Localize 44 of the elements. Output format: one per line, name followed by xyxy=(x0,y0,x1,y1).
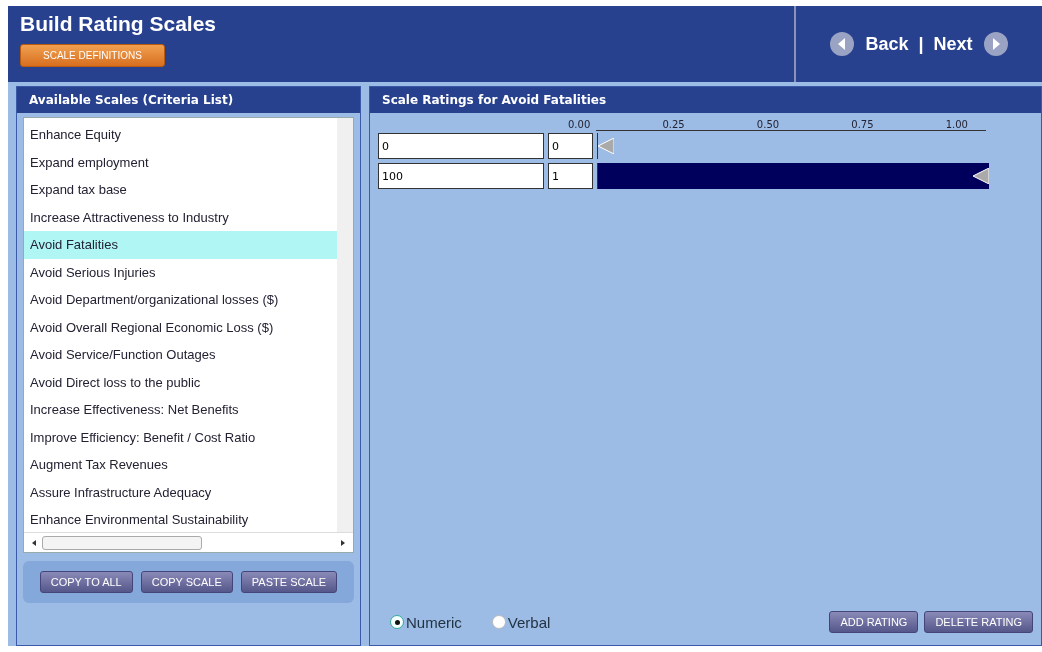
rating-label-field[interactable]: 100 xyxy=(378,163,544,189)
criteria-item[interactable]: Avoid Overall Regional Economic Loss ($) xyxy=(24,313,337,341)
radio-button[interactable] xyxy=(390,615,404,629)
next-link[interactable]: Next xyxy=(933,33,973,55)
axis-tick-label: 1.00 xyxy=(945,119,968,130)
criteria-item[interactable]: Increase Attractiveness to Industry xyxy=(24,203,337,231)
slider-thumb[interactable] xyxy=(973,168,989,184)
scale-button[interactable]: PASTE SCALE xyxy=(240,571,338,593)
rating-button[interactable]: DELETE RATING xyxy=(924,611,1033,633)
scale-button[interactable]: COPY SCALE xyxy=(140,571,233,593)
scroll-left-icon[interactable] xyxy=(30,538,38,547)
page-title: Build Rating Scales xyxy=(20,12,218,36)
scale-button[interactable]: COPY TO ALL xyxy=(39,571,133,593)
criteria-item[interactable]: Augment Tax Revenues xyxy=(24,451,337,479)
horizontal-scrollbar[interactable] xyxy=(24,532,353,552)
criteria-item[interactable]: Improve Efficiency: Benefit / Cost Ratio xyxy=(24,423,337,451)
scroll-right-icon[interactable] xyxy=(339,538,347,547)
criteria-item[interactable]: Assure Infrastructure Adequacy xyxy=(24,478,337,506)
criteria-item[interactable]: Avoid Direct loss to the public xyxy=(24,368,337,396)
criteria-item[interactable]: Enhance Environmental Sustainability xyxy=(24,506,337,532)
criteria-item[interactable]: Increase Effectiveness: Net Benefits xyxy=(24,396,337,424)
criteria-item[interactable]: Avoid Service/Function Outages xyxy=(24,341,337,369)
axis-tick-label: 0.75 xyxy=(851,119,874,130)
criteria-item[interactable]: Avoid Fatalities xyxy=(24,231,337,259)
radio-label[interactable]: Numeric xyxy=(406,613,462,631)
panel-title: Available Scales (Criteria List) xyxy=(17,87,360,113)
slider-thumb[interactable] xyxy=(598,138,614,154)
radio-button[interactable] xyxy=(491,615,506,629)
criteria-item[interactable]: Expand employment xyxy=(24,148,337,176)
rating-button[interactable]: ADD RATING xyxy=(829,611,919,633)
back-link[interactable]: Back xyxy=(865,33,909,55)
rating-value-field[interactable]: 1 xyxy=(548,163,593,189)
rating-label-field[interactable]: 0 xyxy=(378,133,544,159)
radio-label[interactable]: Verbal xyxy=(507,613,551,631)
axis-tick-label: 0.50 xyxy=(756,119,780,130)
criteria-item[interactable]: Enhance Equity xyxy=(24,121,337,149)
criteria-item[interactable]: Expand tax base xyxy=(24,176,337,204)
rating-value-field[interactable]: 0 xyxy=(548,133,593,159)
panel-title: Scale Ratings for Avoid Fatalities xyxy=(370,87,1041,113)
criteria-item[interactable]: Avoid Serious Injuries xyxy=(24,258,337,286)
criteria-item[interactable]: Avoid Department/organizational losses ($) xyxy=(24,286,337,314)
axis-tick-label: 0.00 xyxy=(568,119,591,130)
separator: | xyxy=(918,33,924,55)
axis-tick-label: 0.25 xyxy=(662,119,685,130)
